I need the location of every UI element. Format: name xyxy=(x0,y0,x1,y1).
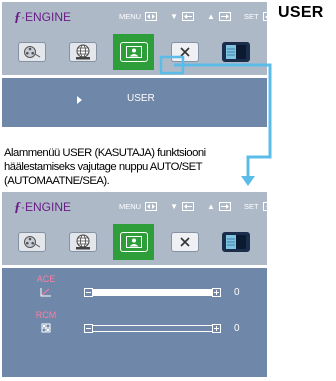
connector-arrow-icon xyxy=(241,176,255,186)
callout-connector xyxy=(159,55,272,186)
connector-line xyxy=(174,63,272,178)
